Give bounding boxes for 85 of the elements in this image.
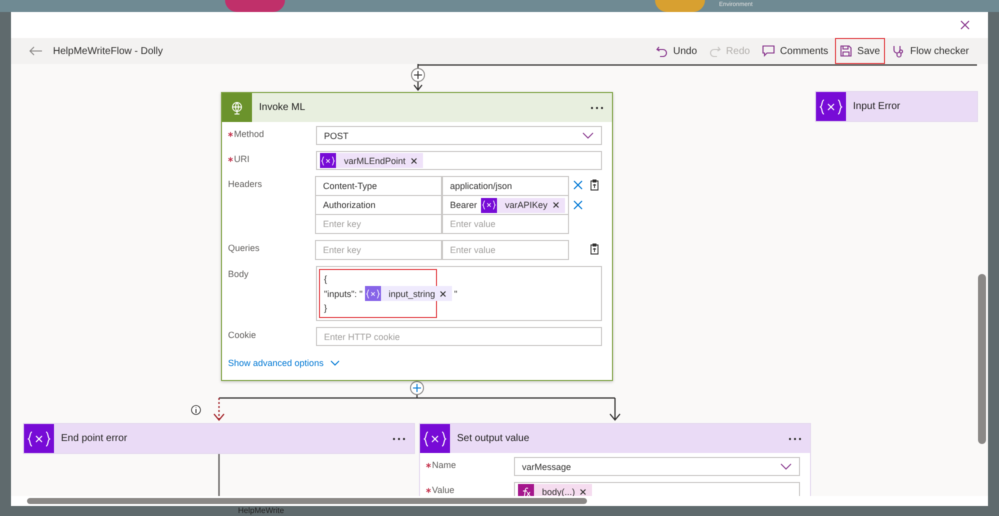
token-chip[interactable]: varAPIKey (481, 198, 565, 212)
card-header[interactable]: Set output value (420, 424, 810, 453)
function-icon (522, 486, 530, 496)
comments-button[interactable]: Comments (756, 38, 834, 64)
input-field[interactable]: varMLEndPoint (316, 151, 602, 170)
stethoscope-icon (892, 44, 906, 58)
value-field[interactable]: application/json (441, 176, 569, 196)
info-icon (191, 405, 201, 415)
remove-icon[interactable] (410, 158, 417, 164)
close-button[interactable] (958, 18, 972, 32)
delete-icon[interactable] (573, 180, 583, 190)
plus-icon (414, 71, 422, 79)
flow-title: HelpMeWriteFlow - Dolly (53, 46, 163, 56)
token-label: input_string (388, 288, 436, 298)
delete-icon[interactable] (573, 200, 583, 210)
more-icon[interactable] (788, 436, 802, 440)
back-arrow-icon (29, 46, 43, 56)
variable-icon (366, 288, 380, 298)
horizontal-scrollbar[interactable] (11, 496, 988, 506)
code-text: } (324, 303, 328, 313)
field-label: URI (234, 154, 250, 164)
token-label: body(...) (542, 486, 576, 496)
redo-icon (709, 45, 722, 57)
token-label: varMLEndPoint (344, 156, 406, 166)
variable-icon (27, 430, 51, 446)
remove-icon[interactable] (552, 202, 559, 208)
chevron-down-icon (330, 360, 340, 366)
key-field[interactable]: Content-Type (315, 176, 442, 196)
variable-icon (482, 200, 496, 210)
connector-line (218, 453, 220, 496)
field-label: Cookie (228, 330, 256, 340)
chevron-down-icon (780, 463, 792, 470)
asterisk-icon (426, 462, 431, 468)
more-icon[interactable] (392, 436, 406, 440)
code-text: "inputs": " (324, 288, 363, 298)
card-header[interactable]: Invoke ML (222, 93, 612, 122)
dashed-arrow (214, 398, 224, 422)
close-icon (960, 20, 970, 30)
remove-icon[interactable] (580, 488, 586, 494)
card-header[interactable]: End point error (24, 424, 414, 453)
remove-icon[interactable] (440, 290, 446, 296)
token-label: varAPIKey (505, 200, 548, 210)
background-app-label: HelpMeWrite (238, 506, 284, 515)
field-label: Value (432, 485, 454, 495)
asterisk-icon (228, 156, 233, 162)
field-label: Body (228, 269, 249, 279)
clipboard-icon[interactable] (589, 243, 600, 255)
comment-icon (762, 45, 775, 57)
body-editor[interactable]: { "inputs": " input_string " } (316, 266, 602, 321)
asterisk-icon (426, 488, 431, 492)
code-text: { (324, 274, 328, 284)
save-button[interactable]: Save (835, 38, 886, 64)
more-icon[interactable] (590, 106, 604, 110)
field-label: Headers (228, 179, 262, 189)
value-text: Bearer (450, 200, 478, 210)
token-chip[interactable]: input_string (364, 286, 452, 301)
undo-icon (656, 45, 668, 57)
card-title: Set output value (457, 433, 530, 444)
field-label: Queries (228, 243, 260, 253)
token-chip[interactable]: varMLEndPoint (320, 153, 423, 168)
asterisk-icon (228, 132, 233, 136)
globe-icon (230, 100, 244, 114)
back-button[interactable] (29, 46, 43, 56)
value-field[interactable]: Bearer varAPIKey (441, 195, 569, 215)
plus-icon (413, 384, 421, 392)
field-label: Method (234, 129, 264, 139)
show-advanced-link[interactable]: Show advanced options (228, 358, 324, 368)
checker-button[interactable]: Flow checker (887, 38, 974, 64)
card-header[interactable]: Input Error (816, 92, 977, 121)
arrow (609, 397, 621, 421)
chevron-down-icon (582, 132, 594, 139)
card-title: End point error (61, 433, 128, 444)
clipboard-icon[interactable] (589, 179, 600, 191)
card-title: Invoke ML (259, 102, 306, 113)
card-title: Input Error (853, 101, 900, 112)
variable-icon (423, 430, 447, 446)
dropdown[interactable]: POST (316, 126, 602, 145)
variable-icon (819, 98, 843, 114)
dropdown[interactable]: varMessage (514, 457, 800, 476)
code-text: " (454, 288, 458, 298)
field-label: Name (432, 460, 456, 470)
add-step-button[interactable] (411, 68, 425, 82)
undo-button[interactable]: Undo (651, 38, 702, 64)
save-icon (840, 45, 852, 57)
variable-icon (321, 156, 335, 166)
